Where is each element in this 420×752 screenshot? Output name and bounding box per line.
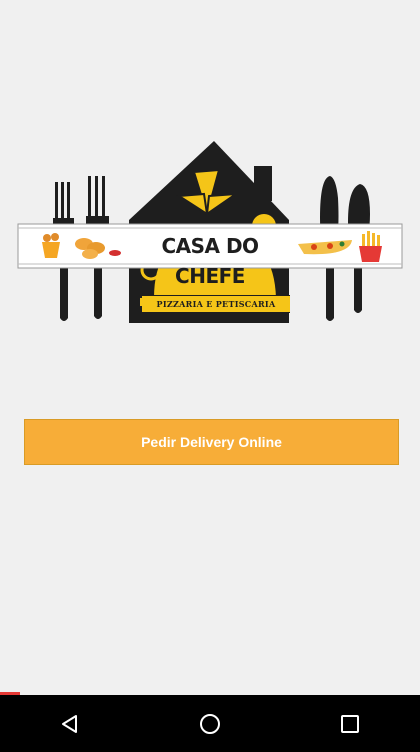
recents-button[interactable]: [320, 695, 380, 752]
app-screen: CASA DO CHEFE PIZZARIA E PETISCARIA Pedi…: [0, 0, 420, 695]
order-delivery-online-button[interactable]: Pedir Delivery Online: [24, 419, 399, 465]
logo-subtitle-banner: PIZZARIA E PETISCARIA: [142, 295, 290, 313]
logo-subtitle: PIZZARIA E PETISCARIA: [156, 299, 276, 309]
back-triangle-icon: [62, 714, 77, 733]
home-circle-icon: [200, 713, 220, 734]
back-button[interactable]: [40, 695, 100, 752]
order-delivery-online-label: Pedir Delivery Online: [141, 434, 282, 450]
recents-square-icon: [341, 714, 359, 733]
logo-title: CASA DO CHEFE: [161, 234, 259, 288]
home-button[interactable]: [180, 695, 240, 752]
android-navigation-bar: [0, 695, 420, 752]
casa-do-chefe-logo: CASA DO CHEFE PIZZARIA E PETISCARIA: [14, 138, 406, 328]
